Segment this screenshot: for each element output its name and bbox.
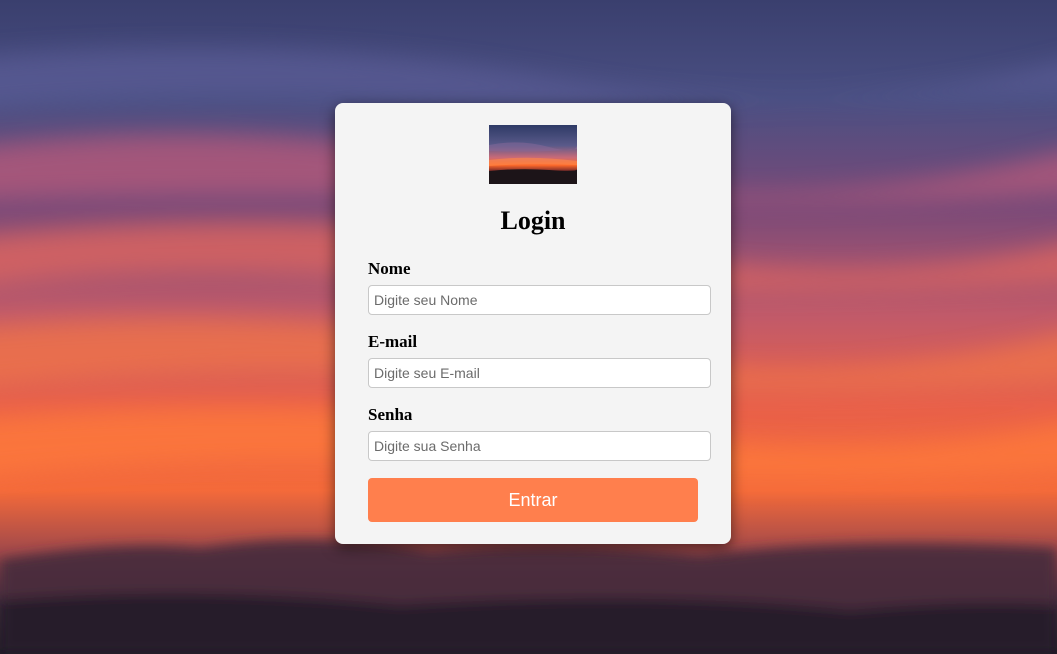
- name-input[interactable]: [368, 285, 711, 315]
- submit-button[interactable]: Entrar: [368, 478, 698, 522]
- login-card: Login Nome E-mail Senha Entrar: [335, 103, 731, 544]
- email-label: E-mail: [368, 332, 418, 351]
- sunset-logo-image: [489, 125, 577, 184]
- name-label: Nome: [368, 259, 411, 278]
- email-input[interactable]: [368, 358, 711, 388]
- page-title: Login: [500, 206, 566, 235]
- password-input[interactable]: [368, 431, 711, 461]
- password-label: Senha: [368, 405, 413, 424]
